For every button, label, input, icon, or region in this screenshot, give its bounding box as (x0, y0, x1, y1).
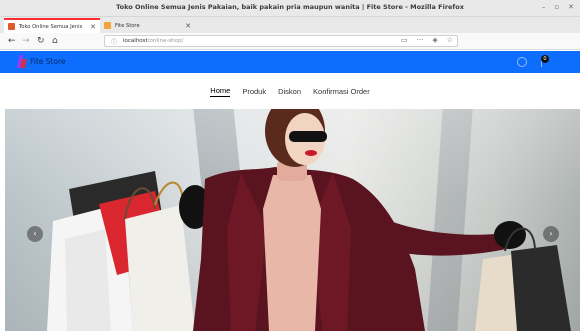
cart-count-badge: 0 (541, 55, 549, 63)
chevron-left-icon: ‹ (33, 229, 37, 238)
site-name: Fite Store (30, 57, 66, 66)
nav-produk[interactable]: Produk (242, 87, 266, 96)
window-title: Toko Online Semua Jenis Pakaian, baik pa… (116, 3, 464, 11)
url-text[interactable]: localhost/online-shop/ (123, 38, 183, 44)
back-icon[interactable]: ← (8, 35, 16, 47)
site-logo[interactable]: Fite Store (17, 55, 66, 68)
maximize-icon[interactable]: ▫ (554, 3, 559, 12)
close-window-icon[interactable]: ✕ (568, 3, 574, 12)
close-tab-icon[interactable]: ✕ (90, 23, 96, 31)
carousel-prev-button[interactable]: ‹ (27, 226, 43, 242)
url-path: /online-shop/ (147, 38, 184, 44)
reader-view-icon[interactable]: ▭ (401, 36, 408, 44)
url-actions: ▭ ··· ◈ ☆ (401, 36, 453, 44)
tab-label: Toko Online Semua Jenis Pa... (19, 23, 84, 30)
hero-carousel: ‹ › (5, 109, 580, 331)
url-host: localhost (123, 38, 148, 44)
page-actions-icon[interactable]: ··· (417, 36, 424, 44)
logo-mark-icon (17, 55, 26, 68)
site-header: Fite Store 0 (0, 51, 580, 73)
minimize-icon[interactable]: – (542, 3, 546, 12)
navigation-toolbar: ← → ↻ ⌂ ⓘ localhost/online-shop/ ▭ ··· ◈… (0, 33, 580, 77)
reload-icon[interactable]: ↻ (37, 35, 45, 47)
info-icon[interactable]: ⓘ (111, 37, 117, 46)
hero-image-woman-with-shopping-bags (47, 109, 571, 331)
nav-home[interactable]: Home (210, 86, 231, 97)
nav-diskon[interactable]: Diskon (278, 87, 301, 96)
tab-toko-online[interactable]: Toko Online Semua Jenis Pa... ✕ (4, 18, 100, 33)
window-controls: – ▫ ✕ (542, 3, 574, 12)
tab-fite-store[interactable]: Fite Store ✕ (100, 18, 195, 33)
window-titlebar: Toko Online Semua Jenis Pakaian, baik pa… (0, 0, 580, 17)
site-nav: Home Produk Diskon Konfirmasi Order (0, 73, 580, 109)
forward-icon[interactable]: → (22, 35, 30, 47)
url-bar[interactable]: ⓘ localhost/online-shop/ ▭ ··· ◈ ☆ (104, 35, 458, 47)
tab-strip: Toko Online Semua Jenis Pa... ✕ Fite Sto… (0, 17, 580, 46)
cart-icon[interactable]: 0 (539, 55, 550, 66)
pocket-icon[interactable]: ◈ (432, 36, 437, 44)
firefox-favicon-icon (8, 23, 15, 30)
home-icon[interactable]: ⌂ (52, 35, 58, 47)
nav-konfirmasi-order[interactable]: Konfirmasi Order (313, 87, 370, 96)
page-favicon-icon (104, 22, 111, 29)
chevron-right-icon: › (549, 229, 553, 238)
user-icon[interactable] (517, 57, 527, 67)
tab-label: Fite Store (115, 22, 140, 29)
carousel-next-button[interactable]: › (543, 226, 559, 242)
close-tab-icon[interactable]: ✕ (185, 22, 191, 30)
bookmark-star-icon[interactable]: ☆ (447, 36, 453, 44)
